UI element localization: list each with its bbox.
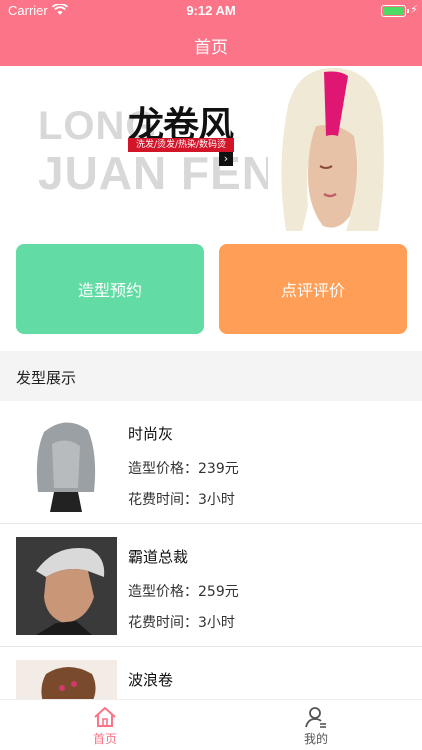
tab-me-label: 我的 [303,732,328,746]
hairstyle-duration: 花费时间：3小时 [128,615,235,631]
tab-me[interactable]: 我的 [286,706,346,747]
list-item[interactable]: 时尚灰 造型价格：239元 花费时间：3小时 [0,401,422,524]
hairstyle-thumbnail [16,414,117,512]
battery-icon [381,5,406,17]
top-bar: Carrier 9:12 AM ⚡ 首页 [0,0,422,66]
user-icon [305,707,326,728]
banner-tagline: 洗发/烫发/热染/数码烫 [128,138,234,152]
list-item[interactable]: 波浪卷 [0,647,422,699]
model-portrait-image [268,66,388,236]
tab-home[interactable]: 首页 [75,706,135,747]
tab-bar: 首页 我的 [0,699,422,750]
home-icon [94,707,116,727]
list-item[interactable]: 霸道总裁 造型价格：259元 花费时间：3小时 [0,524,422,647]
tab-home-label: 首页 [92,732,117,746]
hairstyle-name: 时尚灰 [128,425,174,443]
charging-icon: ⚡ [410,3,418,16]
hairstyle-duration: 花费时间：3小时 [128,492,235,508]
hairstyle-thumbnail [16,660,117,699]
hairstyle-list[interactable]: 时尚灰 造型价格：239元 花费时间：3小时 霸道总裁 造型价格：259元 花费… [0,401,422,699]
hairstyle-name: 霸道总裁 [128,548,189,566]
hairstyle-price: 造型价格：239元 [128,461,239,477]
battery-cap [407,9,409,13]
hairstyle-thumbnail [16,537,117,635]
book-styling-button[interactable]: 造型预约 [16,244,204,334]
hairstyle-price: 造型价格：259元 [128,584,239,600]
promo-banner[interactable]: LONG JUAN FENG 龙卷风 洗发/烫发/热染/数码烫 › [0,66,422,236]
review-button[interactable]: 点评评价 [219,244,407,334]
chevron-right-icon: › [219,152,233,166]
hairstyle-name: 波浪卷 [128,671,174,689]
status-bar: Carrier 9:12 AM ⚡ [0,0,422,22]
status-time: 9:12 AM [186,3,236,18]
section-title: 发型展示 [16,369,77,387]
page-title: 首页 [194,38,228,58]
section-header: 发型展示 [0,351,422,401]
